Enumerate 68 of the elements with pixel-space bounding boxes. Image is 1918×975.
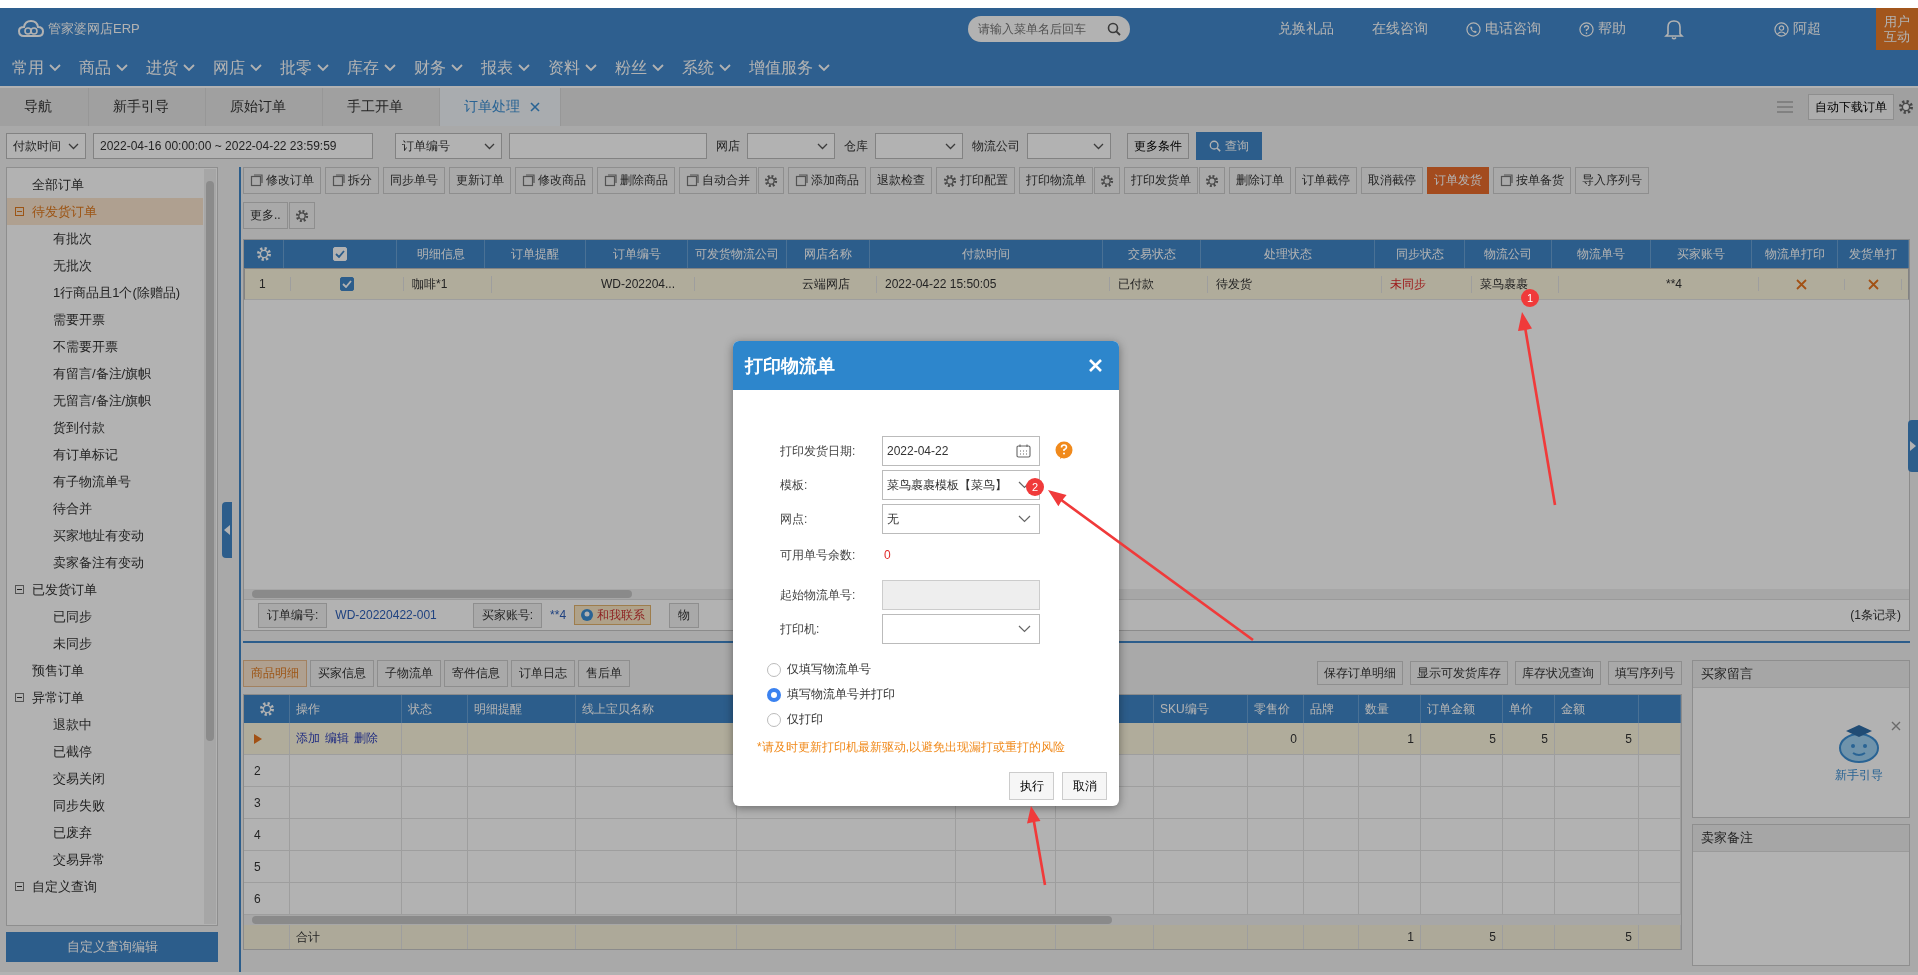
column-header: SKU编号	[1160, 700, 1209, 718]
row-number: 4	[254, 827, 261, 842]
table-cell: 0	[1290, 731, 1297, 746]
column-header: 零售价	[1254, 700, 1290, 718]
total-label: 合计	[296, 928, 320, 946]
table-cell: **4	[1666, 277, 1682, 291]
column-header: 网店名称	[804, 245, 852, 263]
table-cell: 咖啡*1	[412, 275, 448, 293]
record-count: (1条记录)	[1850, 606, 1901, 624]
column-header: 单价	[1509, 700, 1533, 718]
field-label: 可用单号余数:	[780, 546, 857, 564]
column-header: 品牌	[1310, 700, 1334, 718]
column-header: 状态	[408, 700, 432, 718]
total-cell: 1	[1407, 930, 1414, 944]
field-label: 物	[669, 602, 700, 628]
field-label: 起始物流单号:	[780, 586, 857, 604]
table-cell: 待发货	[1216, 275, 1252, 293]
column-header: 发货单打	[1849, 245, 1897, 263]
row-number: 5	[254, 859, 261, 874]
field-label: 网点:	[780, 510, 809, 528]
row-number: 2	[254, 763, 261, 778]
panel-title: 卖家备注	[1701, 829, 1754, 847]
table-cell: 云端网店	[802, 275, 850, 293]
column-header: 处理状态	[1263, 245, 1312, 263]
column-header: 金额	[1561, 700, 1585, 718]
app-logo: 管家婆网店ERP	[48, 20, 140, 38]
table-cell: 已付款	[1118, 275, 1154, 293]
column-header: 订单提醒	[511, 245, 559, 263]
column-header: 物流单打印	[1764, 245, 1825, 263]
column-header: 线上宝贝名称	[582, 700, 654, 718]
buyer-account-label: 买家账号:	[472, 602, 543, 628]
field-label: 模板:	[780, 476, 809, 494]
column-header: 物流公司	[1484, 245, 1532, 263]
column-header: 买家账号	[1677, 245, 1725, 263]
table-cell: 1	[1407, 731, 1414, 746]
column-header: 订单编号	[612, 245, 661, 263]
row-number: 6	[254, 891, 261, 906]
shop-label: 网店	[716, 137, 740, 155]
column-header: 明细提醒	[474, 700, 522, 718]
column-header: 同步状态	[1395, 245, 1444, 263]
table-cell: 5	[1541, 731, 1548, 746]
row-number: 1	[259, 277, 266, 291]
table-cell: WD-202204...	[601, 277, 676, 291]
column-header: 订单金额	[1427, 700, 1475, 718]
buyer-account: **4	[550, 608, 567, 622]
column-header: 明细信息	[416, 245, 465, 263]
field-label: 打印发货日期:	[780, 442, 857, 460]
column-header: 可发货物流公司	[695, 245, 779, 263]
table-cell: 5	[1625, 731, 1632, 746]
table-cell: 2022-04-22 15:50:05	[885, 277, 997, 291]
field-label: 打印机:	[780, 620, 821, 638]
total-cell: 5	[1489, 930, 1496, 944]
column-header: 付款时间	[962, 245, 1010, 263]
total-cell: 5	[1625, 930, 1632, 944]
sync-status: 未同步	[1390, 275, 1426, 293]
table-cell: 5	[1489, 731, 1496, 746]
warning-text: *请及时更新打印机最新驱动,以避免出现漏打或重打的风险	[757, 739, 1066, 756]
row-number: 3	[254, 795, 261, 810]
column-header: 交易状态	[1127, 245, 1176, 263]
column-header: 物流单号	[1577, 245, 1625, 263]
panel-title: 买家留言	[1701, 665, 1754, 683]
dialog-title: 打印物流单	[745, 354, 835, 378]
warehouse-label: 仓库	[844, 137, 868, 155]
order-number-label: 订单编号:	[258, 602, 328, 628]
column-header: 操作	[296, 700, 320, 718]
remaining-count: 0	[883, 548, 891, 562]
column-header: 数量	[1365, 700, 1389, 718]
logistics-label: 物流公司	[972, 137, 1020, 155]
